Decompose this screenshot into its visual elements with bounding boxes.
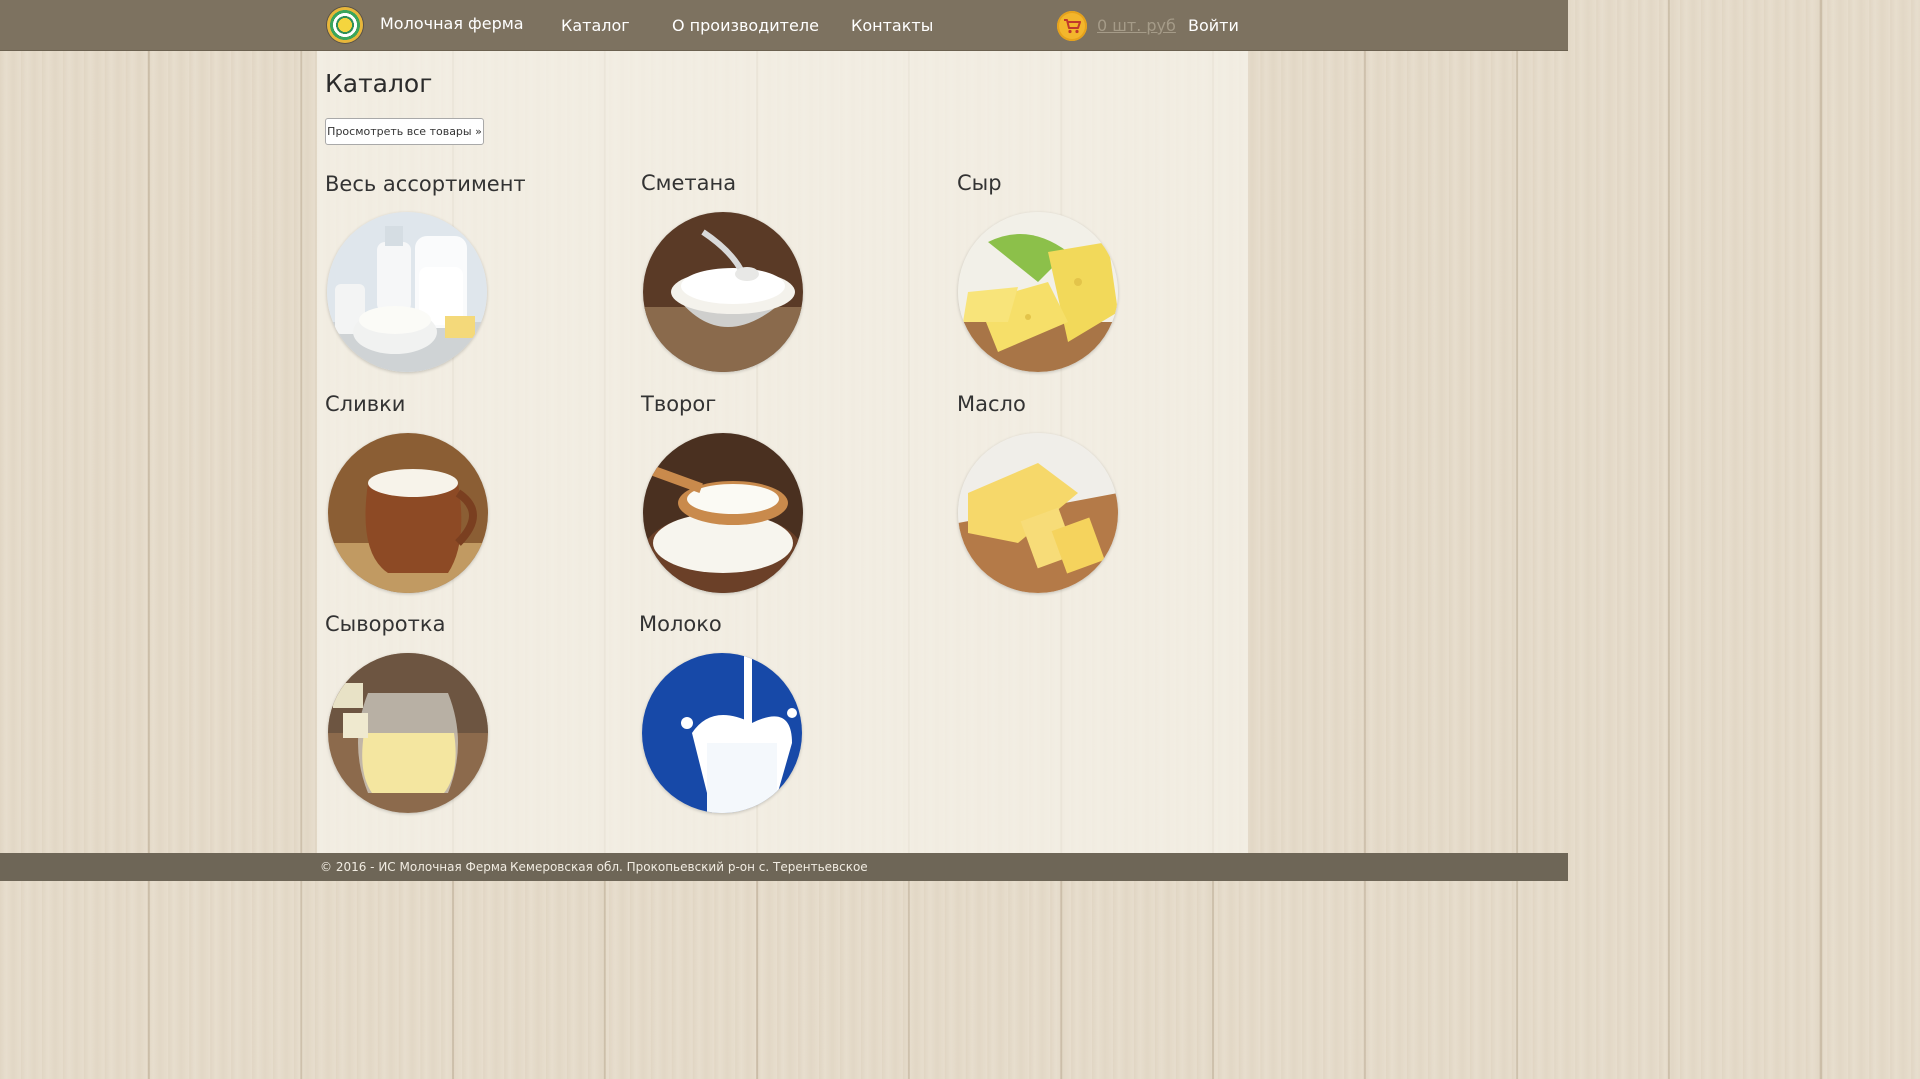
sour-cream-image[interactable] [643,212,803,372]
dairy-assortment-image[interactable] [327,212,487,372]
footer-address: Кемеровская обл. Прокопьевский р-он с. Т… [510,860,868,874]
category-title-cheese[interactable]: Сыр [957,171,1002,195]
view-all-products-button[interactable]: Просмотреть все товары » [325,118,484,145]
milk-glass-image[interactable] [642,653,802,813]
category-title-sour-cream[interactable]: Сметана [641,171,736,195]
nav-item-about[interactable]: О производителе [672,16,819,35]
cart-summary-link[interactable]: 0 шт. руб [1097,16,1176,35]
butter-image[interactable] [958,433,1118,593]
category-title-cottage-cheese[interactable]: Творог [641,392,716,416]
cottage-cheese-image[interactable] [643,433,803,593]
login-link[interactable]: Войти [1188,16,1239,35]
footer-copyright: © 2016 - ИС Молочная Ферма [320,860,508,874]
page-title: Каталог [325,69,433,98]
cream-jug-image[interactable] [328,433,488,593]
cart-glyph-icon [1064,19,1081,34]
farm-logo-icon[interactable] [327,7,363,43]
category-title-all[interactable]: Весь ассортимент [325,172,526,196]
brand-link[interactable]: Молочная ферма [380,14,524,33]
top-navigation-bar: Молочная ферма Каталог О производителе К… [0,0,1568,51]
category-title-cream[interactable]: Сливки [325,392,405,416]
cheese-image[interactable] [958,212,1118,372]
nav-item-catalog[interactable]: Каталог [561,16,630,35]
nav-item-contacts[interactable]: Контакты [851,16,933,35]
category-title-milk[interactable]: Молоко [639,612,722,636]
category-title-butter[interactable]: Масло [957,392,1026,416]
shopping-cart-icon[interactable] [1057,11,1087,41]
category-title-whey[interactable]: Сыворотка [325,612,445,636]
whey-jug-image[interactable] [328,653,488,813]
